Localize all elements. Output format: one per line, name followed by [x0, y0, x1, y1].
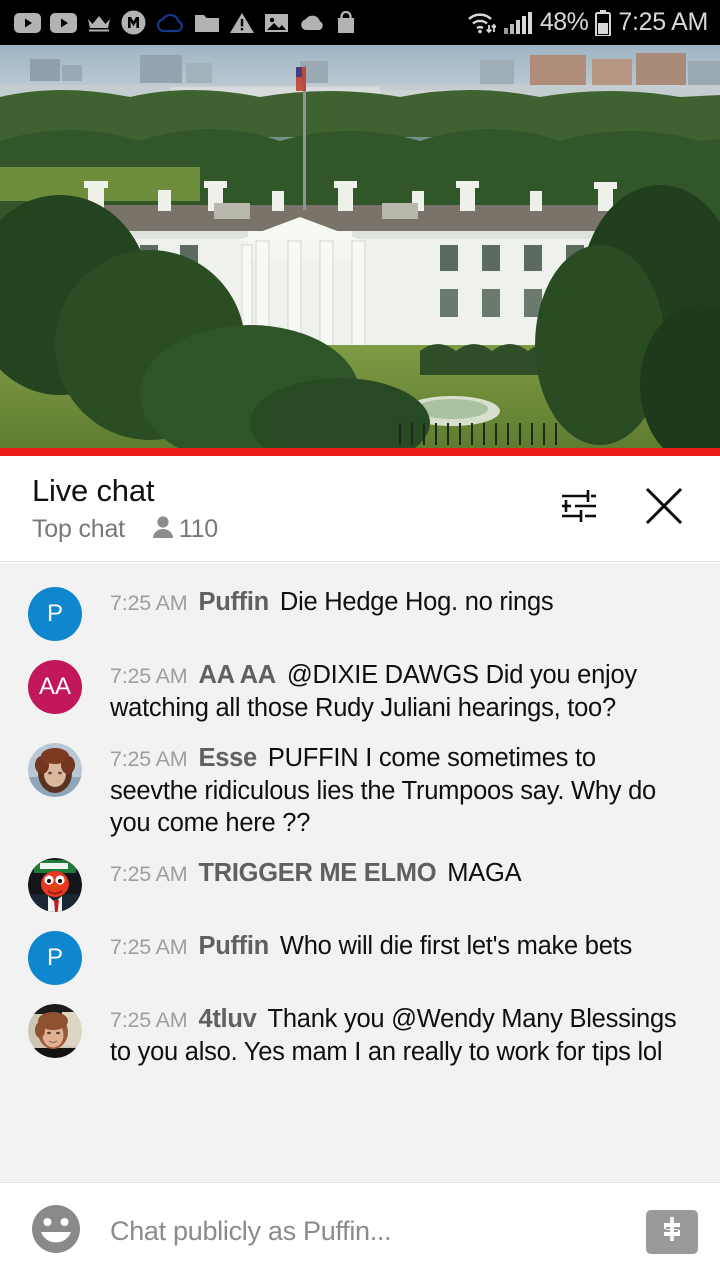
status-bar: 48% 7:25 AM	[0, 0, 720, 45]
chat-message-body: 7:25 AM AA AA @DIXIE DAWGS Did you enjoy w…	[110, 659, 680, 724]
avatar[interactable]	[28, 743, 82, 797]
chat-settings-button[interactable]	[546, 477, 610, 541]
avatar-photo	[28, 1004, 82, 1058]
message-text: PUFFIN I come sometimes to seevthe ridic…	[110, 744, 656, 837]
wifi-icon	[466, 11, 497, 35]
viewer-count-group: 110	[151, 514, 218, 545]
status-bar-clock: 7:25 AM	[618, 8, 708, 36]
emoji-smiley-icon	[29, 1202, 83, 1261]
chat-message[interactable]: AA 7:25 AM AA AA @DIXIE DAWGS Did you enjo…	[0, 650, 720, 733]
avatar-initials: AA	[38, 673, 71, 700]
avatar-photo	[28, 743, 82, 797]
avatar-initials: P	[46, 600, 63, 627]
message-author[interactable]: TRIGGER ME ELMO	[198, 859, 436, 887]
chat-input-bar	[0, 1182, 720, 1280]
chat-message-body: 7:25 AM Puffin Who will die first let's ma…	[110, 930, 632, 963]
message-author[interactable]: Puffin	[198, 932, 269, 960]
battery-percent-label: 48%	[539, 8, 589, 36]
shopping-bag-icon	[335, 10, 357, 34]
youtube-icon	[14, 12, 41, 33]
youtube-icon	[50, 12, 77, 33]
image-icon	[264, 12, 289, 33]
top-chat-label[interactable]: Top chat	[32, 515, 125, 544]
chat-message[interactable]: 7:25 AM TRIGGER ME ELMO MAGA	[0, 848, 720, 921]
message-timestamp: 7:25 AM	[110, 747, 188, 771]
chat-message-body: 7:25 AM TRIGGER ME ELMO MAGA	[110, 857, 522, 890]
avatar[interactable]: AA	[28, 660, 82, 714]
battery-icon	[595, 9, 612, 37]
avatar[interactable]: P	[28, 587, 82, 641]
message-text: @DIXIE DAWGS Did you enjoy watching all …	[110, 661, 637, 722]
message-text: Who will die first let's make bets	[279, 932, 632, 960]
folder-icon	[194, 12, 220, 33]
message-text: Thank you @Wendy Many Blessings to you a…	[110, 1005, 677, 1066]
page-title: Live chat	[32, 473, 155, 508]
message-timestamp: 7:25 AM	[110, 1008, 188, 1032]
white-house-video-frame	[0, 45, 720, 448]
chat-message[interactable]: 7:25 AM 4tluv Thank you @Wendy Many Blessi…	[0, 994, 720, 1077]
message-text: Die Hedge Hog. no rings	[279, 588, 554, 616]
chat-message[interactable]: 7:25 AM Esse PUFFIN I come sometimes to se…	[0, 733, 720, 848]
cloud-outline-icon	[155, 12, 185, 33]
cloud-filled-icon	[298, 14, 326, 31]
message-timestamp: 7:25 AM	[110, 591, 188, 615]
video-progress-bar[interactable]	[0, 448, 720, 456]
emoji-picker-button[interactable]	[28, 1204, 84, 1260]
chat-message-body: 7:25 AM 4tluv Thank you @Wendy Many Blessi…	[110, 1003, 680, 1068]
avatar[interactable]	[28, 1004, 82, 1058]
m-circle-icon	[121, 10, 146, 35]
chat-input[interactable]	[110, 1216, 636, 1247]
status-bar-system-icons: 48% 7:25 AM	[466, 8, 708, 37]
dollar-sign-icon	[657, 1214, 687, 1249]
crown-icon	[86, 13, 112, 33]
chat-message-list[interactable]: P 7:25 AM Puffin Die Hedge Hog. no rings A…	[0, 563, 720, 1182]
message-text: MAGA	[447, 859, 522, 887]
chat-message-body: 7:25 AM Esse PUFFIN I come sometimes to se…	[110, 742, 680, 839]
cellular-signal-icon	[503, 11, 533, 35]
youtube-live-chat-screen: 48% 7:25 AM Live chat Top chat 110 P 7:2…	[0, 0, 720, 1280]
avatar-initials: P	[46, 944, 63, 971]
viewer-count: 110	[178, 515, 218, 543]
message-author[interactable]: 4tluv	[198, 1005, 256, 1033]
avatar[interactable]	[28, 858, 82, 912]
message-author[interactable]: AA AA	[198, 661, 276, 689]
video-player[interactable]	[0, 45, 720, 448]
message-timestamp: 7:25 AM	[110, 935, 188, 959]
person-icon	[151, 514, 175, 545]
live-chat-subheader: Top chat 110	[32, 514, 546, 545]
message-timestamp: 7:25 AM	[110, 862, 188, 886]
close-chat-button[interactable]	[632, 477, 696, 541]
close-x-icon	[641, 483, 687, 534]
message-timestamp: 7:25 AM	[110, 664, 188, 688]
warning-triangle-icon	[229, 12, 255, 34]
super-chat-button[interactable]	[646, 1209, 698, 1254]
message-author[interactable]: Puffin	[198, 588, 269, 616]
avatar[interactable]: P	[28, 931, 82, 985]
tune-sliders-icon	[557, 485, 599, 532]
chat-message[interactable]: P 7:25 AM Puffin Who will die first let's …	[0, 921, 720, 994]
live-chat-header-text: Live chat Top chat 110	[32, 472, 546, 545]
chat-message[interactable]: P 7:25 AM Puffin Die Hedge Hog. no rings	[0, 577, 720, 650]
message-author[interactable]: Esse	[198, 744, 257, 772]
avatar-photo	[28, 858, 82, 912]
chat-message-body: 7:25 AM Puffin Die Hedge Hog. no rings	[110, 586, 554, 619]
live-chat-header: Live chat Top chat 110	[0, 456, 720, 562]
status-bar-notification-icons	[14, 10, 466, 35]
